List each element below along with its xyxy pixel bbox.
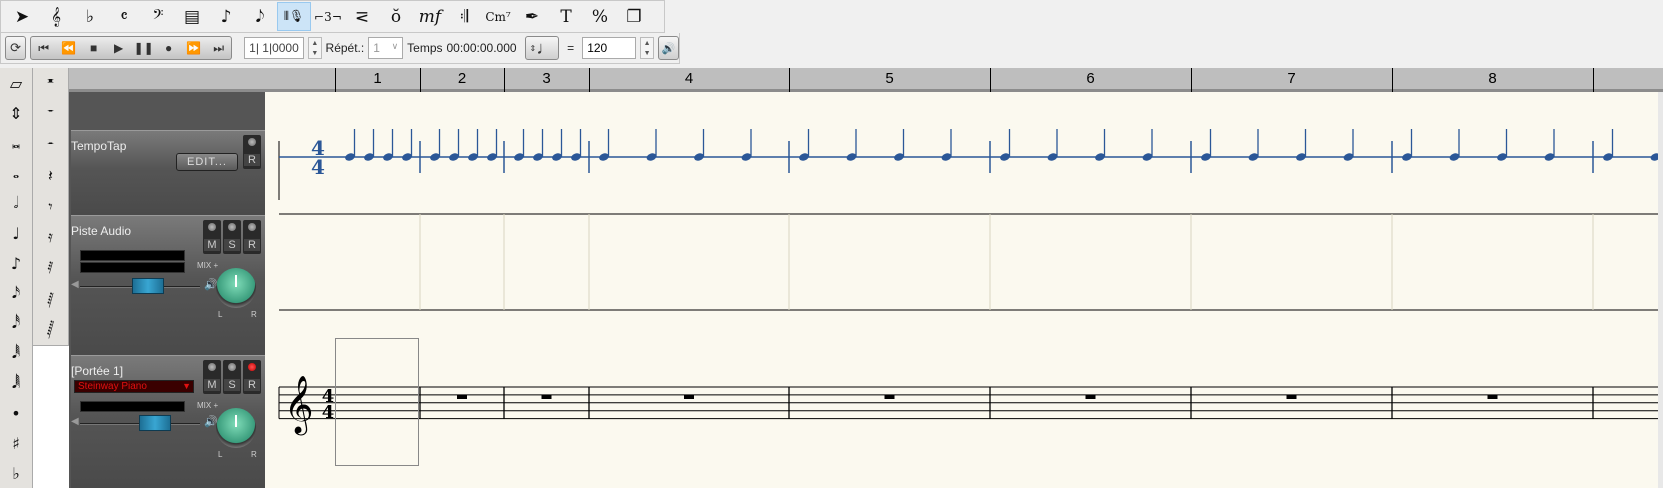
treble-clef: 𝄞 (284, 375, 314, 436)
whole-rest (541, 395, 552, 399)
score-canvas[interactable]: 44𝄞 44 (0, 0, 1663, 488)
whole-rest (457, 395, 467, 399)
selection-box (335, 338, 419, 466)
whole-rest (1085, 395, 1096, 399)
whole-rest (884, 395, 895, 399)
vertical-scrollbar[interactable] (1658, 92, 1663, 488)
whole-rest (1286, 395, 1297, 399)
staff-time-sig-bottom: 4 (322, 402, 335, 423)
tempo-time-sig-bottom: 4 (311, 155, 325, 179)
whole-rest (1487, 395, 1498, 399)
whole-rest (684, 395, 694, 399)
